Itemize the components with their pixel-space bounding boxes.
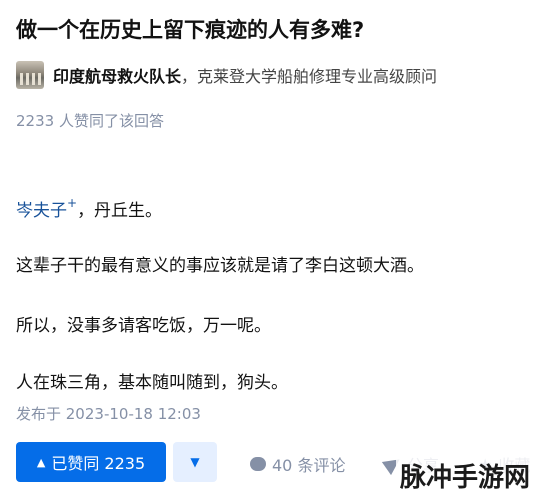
answer-paragraph-2: 这辈子干的最有意义的事应该就是请了李白这顿大酒。	[16, 256, 424, 276]
mention-plus-icon: +	[67, 196, 78, 210]
downvote-button[interactable]: ▼	[173, 442, 217, 482]
author-name[interactable]: 印度航母救火队长	[53, 63, 181, 87]
upvote-label: 已赞同 2235	[51, 454, 146, 473]
comments-label: 40 条评论	[272, 456, 346, 475]
answer-paragraph-4: 人在珠三角，基本随叫随到，狗头。	[16, 373, 288, 393]
avatar[interactable]	[16, 61, 44, 89]
upvote-count-text: 2233 人赞同了该回答	[16, 112, 164, 130]
watermark: 脉冲手游网	[395, 457, 534, 494]
comment-bubble-icon	[250, 457, 266, 471]
user-mention-link[interactable]: 岑夫子	[16, 201, 67, 221]
publish-time: 发布于 2023-10-18 12:03	[16, 405, 201, 423]
upvote-button[interactable]: ▲ 已赞同 2235	[16, 442, 166, 482]
author-bio: ，克莱登大学船舶修理专业高级顾问	[181, 67, 438, 86]
triangle-down-icon: ▼	[190, 455, 200, 469]
paragraph-text: ，丹丘生。	[77, 201, 163, 221]
author-row: 印度航母救火队长 ，克莱登大学船舶修理专业高级顾问	[16, 61, 437, 89]
answer-paragraph-1: 岑夫子+，丹丘生。	[16, 196, 162, 221]
question-title[interactable]: 做一个在历史上留下痕迹的人有多难?	[16, 14, 536, 44]
answer-paragraph-3: 所以，没事多请客吃饭，万一呢。	[16, 316, 271, 336]
comments-button[interactable]: 40 条评论	[250, 452, 345, 476]
triangle-up-icon: ▲	[36, 455, 46, 469]
